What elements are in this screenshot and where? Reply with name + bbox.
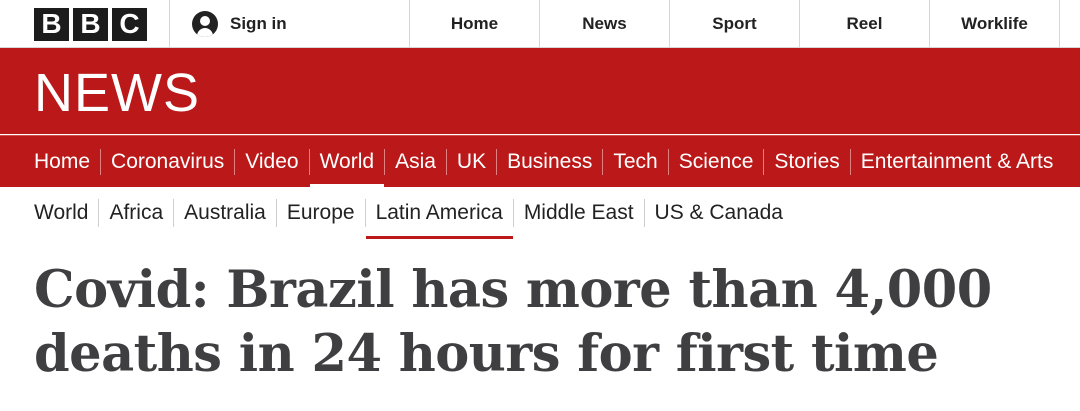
main-nav-science[interactable]: Science [667, 148, 764, 175]
main-nav-home[interactable]: Home [34, 149, 100, 175]
top-nav-reel[interactable]: Reel [800, 0, 930, 47]
top-nav-news[interactable]: News [540, 0, 670, 47]
bbc-logo-letter-c: C [112, 7, 147, 41]
news-masthead: NEWS [0, 48, 1080, 134]
main-nav-business[interactable]: Business [496, 148, 602, 175]
main-nav-stories[interactable]: Stories [763, 148, 849, 175]
user-icon [192, 10, 218, 37]
main-nav-video[interactable]: Video [234, 148, 308, 175]
top-nav-sport[interactable]: Sport [670, 0, 800, 47]
sign-in-button[interactable]: Sign in [170, 0, 410, 47]
sub-nav-us-canada[interactable]: US & Canada [643, 199, 793, 227]
main-nav-uk[interactable]: UK [445, 148, 496, 175]
sub-nav-europe[interactable]: Europe [275, 199, 365, 227]
sub-nav-australia[interactable]: Australia [173, 199, 276, 227]
top-bar: B B C Sign in Home News Sport Reel Workl… [0, 0, 1080, 48]
sub-nav-latin-america[interactable]: Latin America [364, 199, 514, 239]
sub-nav-middle-east[interactable]: Middle East [512, 199, 644, 227]
article-headline: Covid: Brazil has more than 4,000 deaths… [34, 260, 992, 384]
bbc-logo-letter-b2: B [73, 7, 108, 41]
main-nav-tech[interactable]: Tech [602, 148, 667, 175]
top-nav-worklife[interactable]: Worklife [930, 0, 1060, 47]
top-nav-home[interactable]: Home [410, 0, 540, 47]
sub-nav-world[interactable]: World [34, 199, 98, 227]
main-nav-asia[interactable]: Asia [384, 148, 446, 175]
main-nav-coronavirus[interactable]: Coronavirus [100, 148, 234, 175]
sub-nav-africa[interactable]: Africa [98, 199, 173, 227]
main-nav-entertainment-arts[interactable]: Entertainment & Arts [849, 148, 1064, 175]
main-nav: Home Coronavirus Video World Asia UK Bus… [0, 135, 1080, 187]
sub-nav: World Africa Australia Europe Latin Amer… [0, 188, 1080, 239]
bbc-logo-letter-b1: B [34, 7, 69, 41]
news-logo[interactable]: NEWS [34, 66, 200, 120]
top-nav: Home News Sport Reel Worklife [410, 0, 1060, 47]
main-nav-world[interactable]: World [308, 148, 385, 187]
sign-in-label: Sign in [230, 13, 287, 33]
bbc-logo[interactable]: B B C [0, 0, 170, 48]
